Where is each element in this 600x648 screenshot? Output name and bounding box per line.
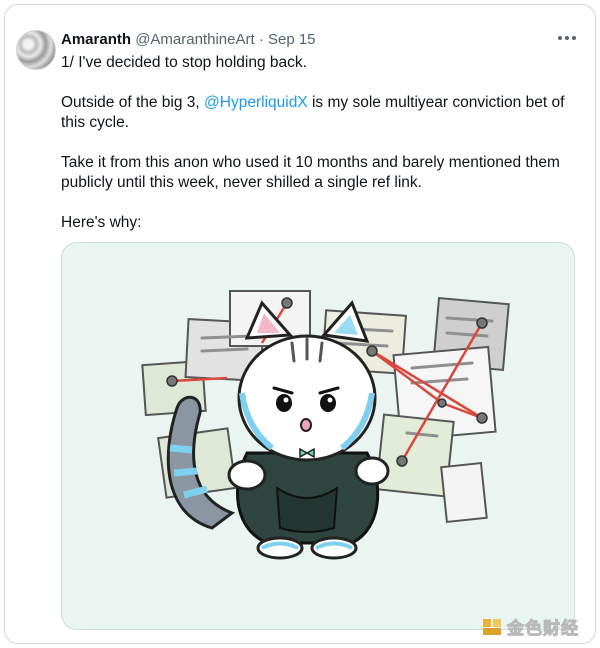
more-horizontal-icon: [558, 36, 576, 40]
watermark-text: 金色财经: [507, 619, 579, 639]
more-options-icon[interactable]: [557, 25, 577, 46]
author-name[interactable]: Amaranth: [61, 31, 131, 48]
avatar[interactable]: [16, 30, 56, 70]
tweet-header: Amaranth @AmaranthineArt · Sep 15: [61, 31, 316, 48]
brand-logo-icon: [483, 618, 501, 635]
tweet-date[interactable]: Sep 15: [268, 31, 316, 48]
mention-link[interactable]: @HyperliquidX: [204, 94, 308, 111]
tweet-line-1: 1/ I've decided to stop holding back.: [61, 54, 307, 71]
cat-detective-board-illustration: [141, 290, 510, 560]
tweet-media[interactable]: [61, 242, 575, 630]
tweet-card[interactable]: Amaranth @AmaranthineArt · Sep 15 1/ I'v…: [4, 4, 596, 644]
separator-dot: ·: [258, 31, 264, 48]
tweet-paragraph-4: Here's why:: [61, 214, 142, 231]
tweet-paragraph-3: Take it from this anon who used it 10 mo…: [61, 154, 560, 191]
watermark: 金色财经: [482, 614, 579, 639]
author-handle[interactable]: @AmaranthineArt: [135, 31, 254, 48]
para2-before: Outside of the big 3,: [61, 94, 205, 111]
tweet-text: 1/ I've decided to stop holding back. Ou…: [61, 53, 581, 253]
tweet-paragraph-2: Outside of the big 3, @HyperliquidX is m…: [61, 93, 581, 133]
